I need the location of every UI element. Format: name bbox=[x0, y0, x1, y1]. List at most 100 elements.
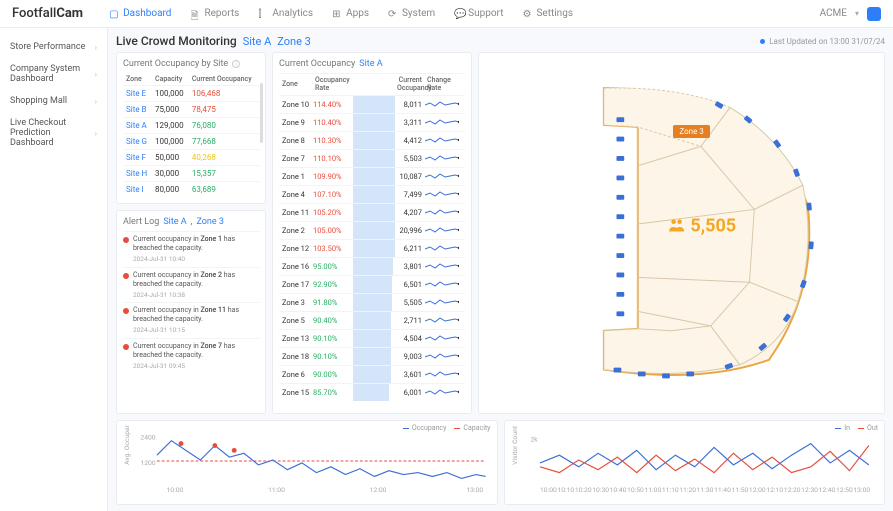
zone-row[interactable]: Zone 10114.40%8,011 bbox=[279, 95, 465, 113]
nav-settings[interactable]: ⚙Settings bbox=[514, 4, 581, 23]
svg-text:10:20: 10:20 bbox=[574, 486, 591, 494]
alert-item[interactable]: Current occupancy in Zone 11 has breache… bbox=[123, 302, 259, 338]
occupancy-chart[interactable]: Avg. Occupancy 2400 1200 10:00 11:00 12:… bbox=[123, 425, 491, 497]
svg-text:11:00: 11:00 bbox=[644, 486, 661, 494]
sparkline bbox=[425, 369, 459, 379]
svg-text:11:30: 11:30 bbox=[696, 486, 713, 494]
alert-item[interactable]: Current occupancy in Zone 7 has breached… bbox=[123, 338, 259, 374]
nav-support[interactable]: 💬Support bbox=[446, 4, 511, 23]
chevron-right-icon: › bbox=[95, 70, 97, 79]
nav-analytics[interactable]: ⫿Analytics bbox=[250, 4, 321, 23]
svg-text:12:50: 12:50 bbox=[835, 486, 852, 494]
zone-site-link[interactable]: Site A bbox=[359, 59, 382, 69]
card-title: Current Occupancy by Site bbox=[123, 59, 228, 69]
occupancy-chart-card: Occupancy Capacity Avg. Occupancy 2400 1… bbox=[116, 420, 498, 505]
sparkline bbox=[425, 333, 459, 343]
table-row[interactable]: Site E100,000106,468 bbox=[123, 86, 259, 102]
zone-row[interactable]: Zone 2105.00%20,996 bbox=[279, 221, 465, 239]
zone-row[interactable]: Zone 4107.10%7,499 bbox=[279, 185, 465, 203]
sparkline bbox=[425, 99, 459, 109]
zone-row[interactable]: Zone 9110.40%3,311 bbox=[279, 113, 465, 131]
sparkline bbox=[425, 135, 459, 145]
zone-table[interactable]: Zone Occupancy Rate Current Occupancy Ch… bbox=[279, 73, 465, 403]
sparkline bbox=[425, 387, 459, 397]
nav-reports[interactable]: 🗎Reports bbox=[182, 4, 247, 23]
table-row[interactable]: Site I80,00063,689 bbox=[123, 182, 259, 198]
svg-text:12:40: 12:40 bbox=[818, 486, 835, 494]
sidebar-item[interactable]: Company System Dashboard› bbox=[0, 58, 107, 90]
dashboard-icon: ▢ bbox=[109, 9, 119, 19]
zone-row[interactable]: Zone 11105.20%4,207 bbox=[279, 203, 465, 221]
user-name[interactable]: ACME bbox=[820, 8, 847, 19]
svg-text:12:10: 12:10 bbox=[766, 486, 783, 494]
svg-text:11:10: 11:10 bbox=[661, 486, 678, 494]
status-dot-icon bbox=[760, 39, 765, 44]
zone-row[interactable]: Zone 1109.90%10,087 bbox=[279, 167, 465, 185]
table-row[interactable]: Site A129,00076,080 bbox=[123, 118, 259, 134]
main-content: Live Crowd Monitoring Site A Zone 3 Last… bbox=[108, 28, 893, 511]
settings-icon: ⚙ bbox=[522, 9, 532, 19]
zone-row[interactable]: Zone 1890.10%9,003 bbox=[279, 347, 465, 365]
sidebar-item[interactable]: Store Performance› bbox=[0, 36, 107, 58]
svg-text:10:30: 10:30 bbox=[592, 486, 609, 494]
chevron-right-icon: › bbox=[95, 43, 97, 52]
main-nav: ▢Dashboard🗎Reports⫿Analytics⊞Apps⟳System… bbox=[101, 4, 820, 23]
sparkline bbox=[425, 261, 459, 271]
top-header: FootfallCam ▢Dashboard🗎Reports⫿Analytics… bbox=[0, 0, 893, 28]
zone-row[interactable]: Zone 590.40%2,711 bbox=[279, 311, 465, 329]
table-row[interactable]: Site H30,00015,357 bbox=[123, 166, 259, 182]
alert-zone-link[interactable]: Zone 3 bbox=[196, 217, 223, 227]
zone-row[interactable]: Zone 7110.10%5,503 bbox=[279, 149, 465, 167]
sidebar-item[interactable]: Live Checkout Prediction Dashboard› bbox=[0, 112, 107, 154]
analytics-icon: ⫿ bbox=[258, 9, 268, 19]
user-area: ACME▾ bbox=[820, 7, 881, 21]
zone-row[interactable]: Zone 391.80%5,505 bbox=[279, 293, 465, 311]
zone-row[interactable]: Zone 1585.70%6,001 bbox=[279, 383, 465, 401]
crumb-zone[interactable]: Zone 3 bbox=[277, 35, 311, 48]
zone-row[interactable]: Zone 1390.10%4,504 bbox=[279, 329, 465, 347]
zone-row[interactable]: Zone 1792.90%6,501 bbox=[279, 275, 465, 293]
zone-occupancy-card: Current Occupancy Site A Zone Occupancy … bbox=[272, 52, 472, 414]
sparkline bbox=[425, 279, 459, 289]
zone-row[interactable]: Zone 8110.30%4,412 bbox=[279, 131, 465, 149]
nav-apps[interactable]: ⊞Apps bbox=[324, 4, 377, 23]
nav-system[interactable]: ⟳System bbox=[380, 4, 443, 23]
scrollbar[interactable] bbox=[260, 83, 263, 143]
visitor-chart[interactable]: Visitor Count 2k 10:0010:1010:2010:3010:… bbox=[511, 425, 879, 497]
notification-icon[interactable] bbox=[867, 7, 881, 21]
svg-text:10:10: 10:10 bbox=[557, 486, 574, 494]
table-row[interactable]: Site G100,00077,668 bbox=[123, 134, 259, 150]
svg-text:10:40: 10:40 bbox=[609, 486, 626, 494]
system-icon: ⟳ bbox=[388, 9, 398, 19]
sparkline bbox=[425, 297, 459, 307]
sidebar-item[interactable]: Shopping Mall› bbox=[0, 90, 107, 112]
info-icon[interactable]: i bbox=[232, 60, 240, 68]
zone-row[interactable]: Zone 690.00%3,601 bbox=[279, 365, 465, 383]
sparkline bbox=[425, 207, 459, 217]
alert-item[interactable]: Current occupancy in Zone 2 has breached… bbox=[123, 267, 259, 303]
svg-text:13:00: 13:00 bbox=[853, 486, 870, 494]
alert-site-link[interactable]: Site A bbox=[163, 217, 186, 227]
apps-icon: ⊞ bbox=[332, 9, 342, 19]
floor-map-card: Zone 3 bbox=[478, 52, 885, 414]
sparkline bbox=[425, 243, 459, 253]
support-icon: 💬 bbox=[454, 9, 464, 19]
crumb-site[interactable]: Site A bbox=[243, 35, 272, 48]
table-row[interactable]: Site B75,00078,475 bbox=[123, 102, 259, 118]
card-title: Current Occupancy bbox=[279, 59, 355, 69]
svg-text:Avg. Occupancy: Avg. Occupancy bbox=[123, 425, 131, 465]
chart-legend: Occupancy Capacity bbox=[403, 424, 491, 432]
zone-row[interactable]: Zone 1695.00%3,801 bbox=[279, 257, 465, 275]
svg-text:11:00: 11:00 bbox=[268, 486, 285, 494]
alert-log-card: Alert Log Site A, Zone 3 Current occupan… bbox=[116, 210, 266, 414]
alert-dot-icon bbox=[123, 344, 129, 350]
table-row[interactable]: Site F50,00040,268 bbox=[123, 150, 259, 166]
svg-text:11:40: 11:40 bbox=[714, 486, 731, 494]
zone-row[interactable]: Zone 12103.50%6,211 bbox=[279, 239, 465, 257]
logo: FootfallCam bbox=[12, 6, 83, 21]
zone-highlight-badge: Zone 3 bbox=[673, 125, 709, 138]
nav-dashboard[interactable]: ▢Dashboard bbox=[101, 4, 179, 23]
sparkline bbox=[425, 189, 459, 199]
alert-item[interactable]: Current occupancy in Zone 1 has breached… bbox=[123, 231, 259, 267]
site-table: ZoneCapacityCurrent Occupancy Site E100,… bbox=[123, 73, 259, 197]
